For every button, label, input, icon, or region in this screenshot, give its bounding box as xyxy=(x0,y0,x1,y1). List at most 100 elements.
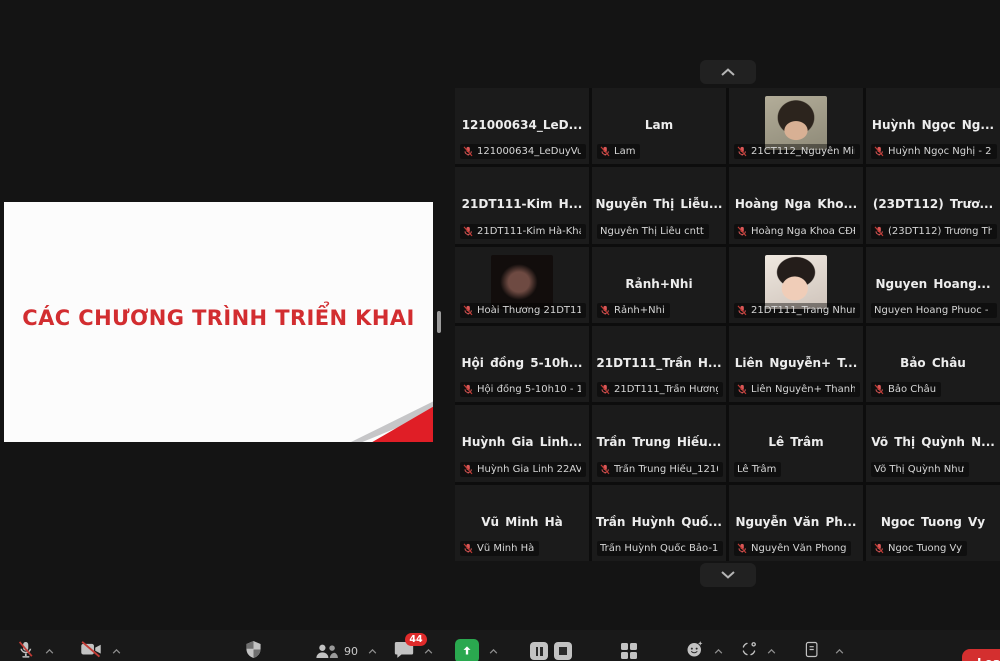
participant-display-name: Nguyễn Thị Liễu... xyxy=(595,197,723,211)
participant-name-text: Rảnh+Nhi xyxy=(614,305,665,316)
share-screen-button[interactable] xyxy=(455,639,479,661)
apps-grid-icon xyxy=(621,643,637,659)
participant-tile[interactable]: Huỳnh Gia Linh... Huỳnh Gia Linh 22AV111 xyxy=(455,405,589,481)
participant-name-text: Hoàng Nga Khoa CĐĐT xyxy=(751,226,855,237)
participants-button[interactable]: 90 xyxy=(315,643,358,660)
participant-name-label: 121000634_LeDuyVu xyxy=(460,144,586,159)
participant-tile[interactable]: Rảnh+Nhi Rảnh+Nhi xyxy=(592,247,726,323)
chat-unread-badge: 44 xyxy=(405,633,427,646)
apps-button[interactable] xyxy=(621,643,637,659)
participant-tile[interactable]: (23DT112) Trươ... (23DT112) Trương Thị T… xyxy=(866,167,1000,243)
video-button[interactable] xyxy=(80,640,102,661)
participant-tile[interactable]: Lê Trâm Lê Trâm xyxy=(729,405,863,481)
participant-tile[interactable]: Hội đồng 5-10h... Hội đồng 5-10h10 - 10h… xyxy=(455,326,589,402)
mic-options-caret[interactable] xyxy=(45,649,54,654)
participants-count: 90 xyxy=(344,645,358,658)
mic-muted-icon xyxy=(463,146,473,157)
participant-tile[interactable]: Hoài Thương 21DT111 xyxy=(455,247,589,323)
participant-name-text: Ngoc Tuong Vy xyxy=(888,543,962,554)
participants-caret[interactable] xyxy=(368,649,377,654)
reactions-button[interactable] xyxy=(686,640,704,661)
participant-tile[interactable]: Võ Thị Quỳnh N... Võ Thị Quỳnh Như xyxy=(866,405,1000,481)
mic-muted-icon xyxy=(600,146,610,157)
participant-tile[interactable]: 21CT112_Nguyễn Minh Thy xyxy=(729,88,863,164)
participant-tile[interactable]: Trần Trung Hiếu... Trần Trung Hiếu_12100… xyxy=(592,405,726,481)
participant-tile[interactable]: Trần Huỳnh Quố... Trần Huỳnh Quốc Bảo-12… xyxy=(592,485,726,561)
mic-control xyxy=(16,641,54,661)
ai-companion-button[interactable] xyxy=(741,641,757,661)
mic-muted-icon xyxy=(600,384,610,395)
participant-display-name: 21DT111_Trần H... xyxy=(595,356,723,370)
reactions-caret[interactable] xyxy=(714,649,723,654)
participant-tile[interactable]: 21DT111_Trang Nhung xyxy=(729,247,863,323)
pause-share-button[interactable] xyxy=(530,642,548,660)
participant-display-name: Nguyễn Văn Ph... xyxy=(732,515,860,529)
participant-tile[interactable]: 121000634_LeD... 121000634_LeDuyVu xyxy=(455,88,589,164)
notes-button[interactable] xyxy=(805,641,819,661)
participant-name-text: Huỳnh Ngọc Nghị - 22CT112 xyxy=(888,146,992,157)
pause-bar xyxy=(536,647,539,656)
mic-muted-icon xyxy=(463,226,473,237)
mic-muted-icon xyxy=(874,384,884,395)
participant-tile[interactable]: Huỳnh Ngọc Ng... Huỳnh Ngọc Nghị - 22CT1… xyxy=(866,88,1000,164)
ai-companion-control xyxy=(741,641,776,661)
security-button[interactable] xyxy=(245,640,262,661)
mic-muted-icon xyxy=(737,146,747,157)
toolbar xyxy=(0,630,1000,661)
leave-button[interactable]: Leave xyxy=(962,649,1000,661)
mic-muted-icon xyxy=(16,640,35,659)
participant-name-text: Hội đồng 5-10h10 - 10h30 xyxy=(477,384,581,395)
participants-control: 90 xyxy=(315,641,377,661)
participant-display-name: Nguyen Hoang... xyxy=(869,277,997,291)
video-options-caret[interactable] xyxy=(112,649,121,654)
participant-tile[interactable]: Vũ Minh Hà Vũ Minh Hà xyxy=(455,485,589,561)
gallery-scroll-up-button[interactable] xyxy=(700,60,756,84)
chat-caret[interactable] xyxy=(424,649,433,654)
participant-name-label: Nguyễn Văn Phong xyxy=(734,541,851,556)
participant-display-name: Lê Trâm xyxy=(732,435,860,449)
mic-muted-icon xyxy=(600,305,610,316)
mic-muted-icon xyxy=(463,305,473,316)
share-caret[interactable] xyxy=(489,649,498,654)
participant-name-label: Ngoc Tuong Vy xyxy=(871,541,967,556)
ai-companion-caret[interactable] xyxy=(767,649,776,654)
participant-name-text: Vũ Minh Hà xyxy=(477,543,534,554)
slide-scrollbar-handle[interactable] xyxy=(437,311,441,333)
participant-name-text: Trần Trung Hiếu_12100016... xyxy=(614,464,718,475)
participant-tile[interactable]: 21DT111-Kim H... 21DT111-Kim Hà-Khánh Li… xyxy=(455,167,589,243)
participant-tile[interactable]: Nguyen Hoang... Nguyen Hoang Phuoc - 122… xyxy=(866,247,1000,323)
mute-button[interactable] xyxy=(16,640,35,661)
participant-tile[interactable]: Nguyễn Văn Ph... Nguyễn Văn Phong xyxy=(729,485,863,561)
participant-display-name: Ngoc Tuong Vy xyxy=(869,515,997,529)
chevron-up-small-icon xyxy=(489,649,498,654)
participant-tile[interactable]: Lam Lam xyxy=(592,88,726,164)
participant-tile[interactable]: Liên Nguyễn+ T... Liên Nguyễn+ Thanh Hiề… xyxy=(729,326,863,402)
participant-name-label: 21DT111_Trần Hương xyxy=(597,382,723,397)
share-playback-controls xyxy=(530,641,572,661)
participant-name-text: Nguyễn Văn Phong xyxy=(751,543,846,554)
mic-muted-icon xyxy=(463,384,473,395)
notes-caret[interactable] xyxy=(835,649,844,654)
participant-avatar xyxy=(765,96,827,150)
participant-name-text: 121000634_LeDuyVu xyxy=(477,146,581,157)
participant-name-label: Trần Trung Hiếu_12100016... xyxy=(597,462,723,477)
participant-name-text: Lam xyxy=(614,146,635,157)
participant-tile[interactable]: Hoàng Nga Kho... Hoàng Nga Khoa CĐĐT xyxy=(729,167,863,243)
participant-tile[interactable]: 21DT111_Trần H... 21DT111_Trần Hương xyxy=(592,326,726,402)
shared-screen-slide: CÁC CHƯƠNG TRÌNH TRIỂN KHAI xyxy=(4,202,433,442)
participant-display-name: Trần Huỳnh Quố... xyxy=(595,515,723,529)
chevron-up-small-icon xyxy=(714,649,723,654)
chevron-up-small-icon xyxy=(112,649,121,654)
participant-tile[interactable]: Ngoc Tuong Vy Ngoc Tuong Vy xyxy=(866,485,1000,561)
participant-tile[interactable]: Nguyễn Thị Liễu... Nguyễn Thị Liễu cntt xyxy=(592,167,726,243)
notes-document-icon xyxy=(805,641,819,658)
participant-name-text: Liên Nguyễn+ Thanh Hiền xyxy=(751,384,855,395)
gallery-scroll-down-button[interactable] xyxy=(700,563,756,587)
security-shield-icon xyxy=(245,640,262,659)
share-control xyxy=(455,641,498,661)
mic-muted-icon xyxy=(874,226,884,237)
stop-share-button[interactable] xyxy=(554,642,572,660)
participant-name-text: 21DT111_Trang Nhung xyxy=(751,305,855,316)
participant-name-text: 21CT112_Nguyễn Minh Thy xyxy=(751,146,855,157)
participant-tile[interactable]: Bảo Châu Bảo Châu xyxy=(866,326,1000,402)
